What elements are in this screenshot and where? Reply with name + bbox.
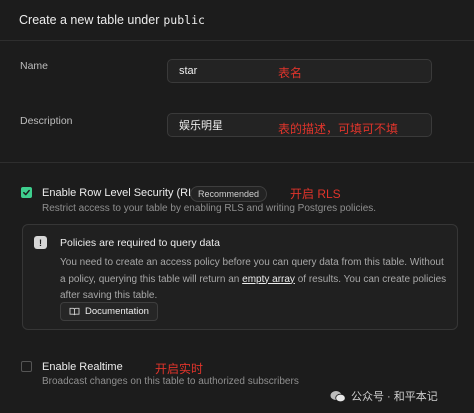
schema-name: public [163, 13, 205, 27]
name-annotation: 表名 [278, 66, 303, 80]
book-icon [69, 307, 80, 316]
rls-annotation: 开启 RLS [290, 187, 341, 201]
rls-description: Restrict access to your table by enablin… [42, 203, 377, 214]
documentation-label: Documentation [85, 306, 149, 317]
notice-body: You need to create an access policy befo… [60, 255, 448, 305]
panel-header: Create a new table under public [0, 0, 474, 41]
documentation-button[interactable]: Documentation [60, 302, 158, 321]
policy-notice: ! Policies are required to query data Yo… [22, 224, 458, 330]
panel-title: Create a new table under [19, 13, 160, 27]
section-divider [0, 162, 474, 163]
description-annotation: 表的描述，可填可不填 [278, 122, 399, 136]
wechat-icon [330, 390, 346, 402]
description-input-value: 娱乐明星 [179, 120, 223, 132]
empty-array-link[interactable]: empty array [242, 274, 295, 285]
realtime-annotation: 开启实时 [155, 362, 204, 376]
notice-title: Policies are required to query data [60, 237, 220, 249]
realtime-title: Enable Realtime [42, 361, 123, 373]
realtime-checkbox[interactable] [21, 361, 32, 372]
name-label: Name [20, 60, 49, 72]
watermark-text: 公众号 · 和平本记 [351, 391, 438, 403]
rls-title: Enable Row Level Security (RLS) [42, 187, 206, 199]
name-input-value: star [179, 65, 198, 77]
check-icon [23, 189, 30, 196]
description-label: Description [20, 115, 73, 127]
recommended-badge: Recommended [190, 186, 268, 202]
rls-checkbox[interactable] [21, 187, 32, 198]
watermark: 公众号 · 和平本记 [330, 388, 438, 404]
info-icon: ! [34, 236, 47, 249]
realtime-description: Broadcast changes on this table to autho… [42, 376, 299, 387]
